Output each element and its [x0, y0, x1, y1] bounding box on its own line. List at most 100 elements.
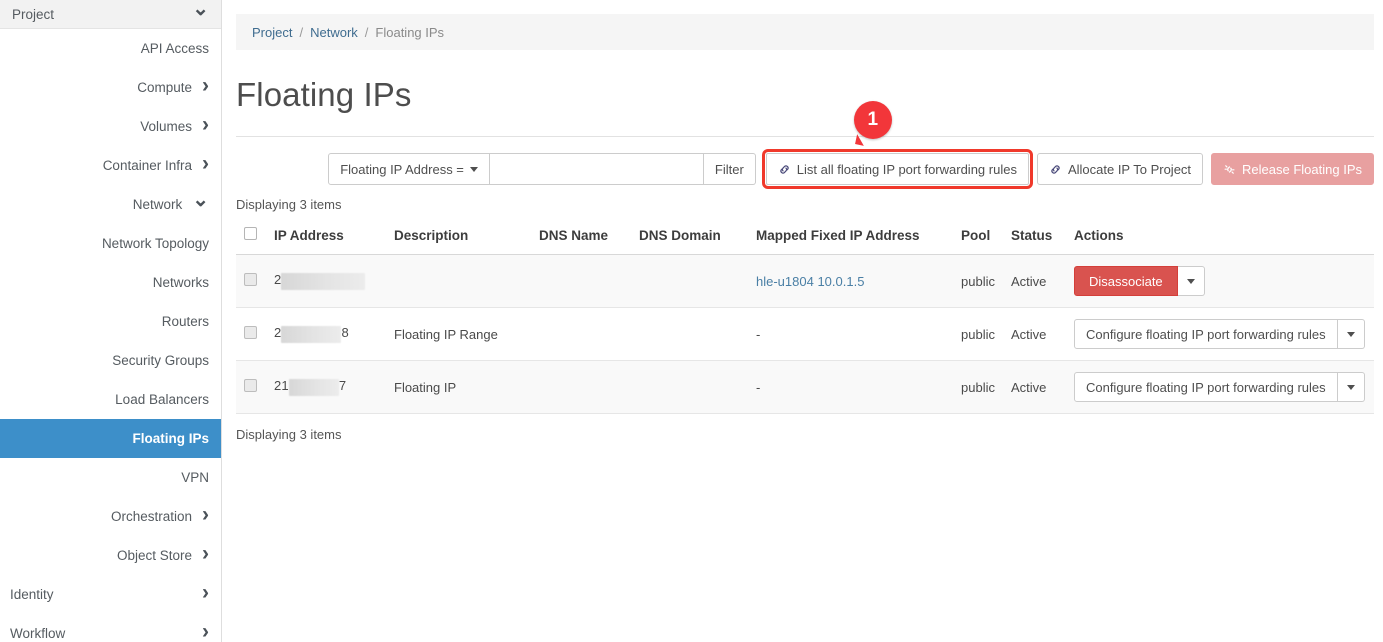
chevron-right-icon: [202, 545, 209, 566]
cell-mapped-fixed-ip-value: -: [756, 327, 760, 342]
chevron-right-icon: [202, 77, 209, 98]
sidebar-item-api-access[interactable]: API Access: [0, 29, 221, 68]
row-action-dropdown-toggle[interactable]: [1178, 266, 1205, 296]
cell-pool-value: public: [961, 327, 995, 342]
table-row: 2hle-u1804 10.0.1.5publicActiveDisassoci…: [236, 255, 1374, 308]
select-all-checkbox[interactable]: [244, 227, 257, 240]
filter-button-label: Filter: [715, 162, 744, 177]
allocate-ip-to-project-label: Allocate IP To Project: [1068, 162, 1191, 177]
filter-field-label: Floating IP Address =: [340, 162, 464, 177]
cell-pool-value: public: [961, 274, 995, 289]
sidebar-item-label: Routers: [162, 314, 209, 329]
list-all-port-forwarding-rules-button[interactable]: List all floating IP port forwarding rul…: [766, 153, 1029, 185]
broken-chain-icon: [1223, 163, 1236, 176]
allocate-ip-to-project-button[interactable]: Allocate IP To Project: [1037, 153, 1203, 185]
sidebar-item-label: Identity: [10, 587, 202, 602]
row-primary-action-button[interactable]: Configure floating IP port forwarding ru…: [1074, 319, 1338, 349]
row-primary-action-button[interactable]: Configure floating IP port forwarding ru…: [1074, 372, 1338, 402]
sidebar-item-label: Orchestration: [10, 509, 202, 524]
table-row: 217Floating IP-publicActiveConfigure flo…: [236, 361, 1374, 414]
redacted-ip-block: [281, 273, 365, 290]
sidebar-item-volumes[interactable]: Volumes: [0, 107, 221, 146]
row-select-checkbox[interactable]: [244, 379, 257, 392]
sidebar-nav: API AccessComputeVolumes Container Infra N…: [0, 29, 221, 642]
chevron-down-icon: [1347, 332, 1355, 337]
chevron-right-icon: [202, 623, 209, 642]
column-header-ip-address[interactable]: IP Address: [266, 220, 386, 255]
row-primary-action-label: Disassociate: [1089, 274, 1163, 289]
cell-description-value: Floating IP Range: [394, 327, 498, 342]
sidebar-item-network-topology[interactable]: Network Topology: [0, 224, 221, 263]
sidebar-item-label: Container Infra: [10, 158, 202, 173]
sidebar-item-label: Floating IPs: [132, 431, 209, 446]
column-header-status[interactable]: Status: [1003, 220, 1066, 255]
cell-ip-address: 217: [266, 361, 386, 414]
row-select-checkbox[interactable]: [244, 273, 257, 286]
list-all-port-forwarding-rules-label: List all floating IP port forwarding rul…: [797, 162, 1017, 177]
column-header-pool[interactable]: Pool: [953, 220, 1003, 255]
filter-button[interactable]: Filter: [704, 153, 756, 185]
breadcrumb-current: Floating IPs: [375, 25, 444, 40]
sidebar-item-label: VPN: [181, 470, 209, 485]
sidebar-item-floating-ips[interactable]: Floating IPs: [0, 419, 221, 458]
filter-input[interactable]: [490, 153, 704, 185]
table-header-row: IP Address Description DNS Name DNS Doma…: [236, 220, 1374, 255]
cell-mapped-fixed-ip-value: -: [756, 380, 760, 395]
sidebar-item-orchestration[interactable]: Orchestration: [0, 497, 221, 536]
breadcrumb-network[interactable]: Network: [310, 25, 358, 40]
sidebar-item-workflow[interactable]: Workflow: [0, 614, 221, 642]
sidebar-item-label: Security Groups: [112, 353, 209, 368]
cell-status: Active: [1003, 308, 1066, 361]
column-header-dns-domain[interactable]: DNS Domain: [631, 220, 748, 255]
item-count-top: Displaying 3 items: [236, 197, 1374, 212]
sidebar-item-object-store[interactable]: Object Store: [0, 536, 221, 575]
breadcrumb-project[interactable]: Project: [252, 25, 292, 40]
project-selector[interactable]: Project: [0, 0, 221, 29]
sidebar-item-container-infra[interactable]: Container Infra: [0, 146, 221, 185]
sidebar-item-networks[interactable]: Networks: [0, 263, 221, 302]
sidebar-item-routers[interactable]: Routers: [0, 302, 221, 341]
filter-field-select[interactable]: Floating IP Address =: [328, 153, 490, 185]
row-action-dropdown-toggle[interactable]: [1338, 319, 1365, 349]
column-header-description[interactable]: Description: [386, 220, 531, 255]
floating-ips-table: IP Address Description DNS Name DNS Doma…: [236, 220, 1374, 414]
column-header-mapped-fixed-ip[interactable]: Mapped Fixed IP Address: [748, 220, 953, 255]
cell-actions: Configure floating IP port forwarding ru…: [1066, 308, 1374, 361]
sidebar-item-security-groups[interactable]: Security Groups: [0, 341, 221, 380]
sidebar-item-compute[interactable]: Compute: [0, 68, 221, 107]
cell-description: [386, 255, 531, 308]
row-select-cell: [236, 361, 266, 414]
chevron-down-icon: [1347, 385, 1355, 390]
cell-ip-address: 28: [266, 308, 386, 361]
ip-suffix: 7: [339, 378, 346, 393]
project-selector-label: Project: [12, 7, 192, 22]
item-count-bottom: Displaying 3 items: [236, 427, 1374, 442]
sidebar-item-network[interactable]: Network: [0, 185, 221, 224]
annotation-badge-1: 1: [854, 101, 892, 139]
row-primary-action-button[interactable]: Disassociate: [1074, 266, 1178, 296]
select-all-header: [236, 220, 266, 255]
sidebar-item-label: Network Topology: [102, 236, 209, 251]
sidebar-item-vpn[interactable]: VPN: [0, 458, 221, 497]
cell-description: Floating IP Range: [386, 308, 531, 361]
sidebar-item-load-balancers[interactable]: Load Balancers: [0, 380, 221, 419]
sidebar-item-identity[interactable]: Identity: [0, 575, 221, 614]
page-title: Floating IPs: [236, 76, 1383, 114]
column-header-actions: Actions: [1066, 220, 1374, 255]
row-action-dropdown-toggle[interactable]: [1338, 372, 1365, 402]
cell-status: Active: [1003, 255, 1066, 308]
release-floating-ips-button[interactable]: Release Floating IPs: [1211, 153, 1374, 185]
row-select-checkbox[interactable]: [244, 326, 257, 339]
cell-status-value: Active: [1011, 380, 1046, 395]
table-row: 28 Floating IP Range - public Active Configur…: [236, 308, 1374, 361]
row-action-group: Configure floating IP port forwarding ru…: [1074, 319, 1365, 349]
ip-prefix: 2: [274, 325, 281, 340]
cell-dns-domain: [631, 308, 748, 361]
main-content: Project / Network / Floating IPs Floatin…: [222, 0, 1383, 642]
cell-mapped-fixed-ip: hle-u1804 10.0.1.5: [748, 255, 953, 308]
column-header-dns-name[interactable]: DNS Name: [531, 220, 631, 255]
row-action-group: Configure floating IP port forwarding ru…: [1074, 372, 1365, 402]
annotation-badge-number: 1: [868, 109, 879, 131]
cell-pool: public: [953, 308, 1003, 361]
cell-mapped-fixed-ip-value[interactable]: hle-u1804 10.0.1.5: [756, 274, 864, 289]
